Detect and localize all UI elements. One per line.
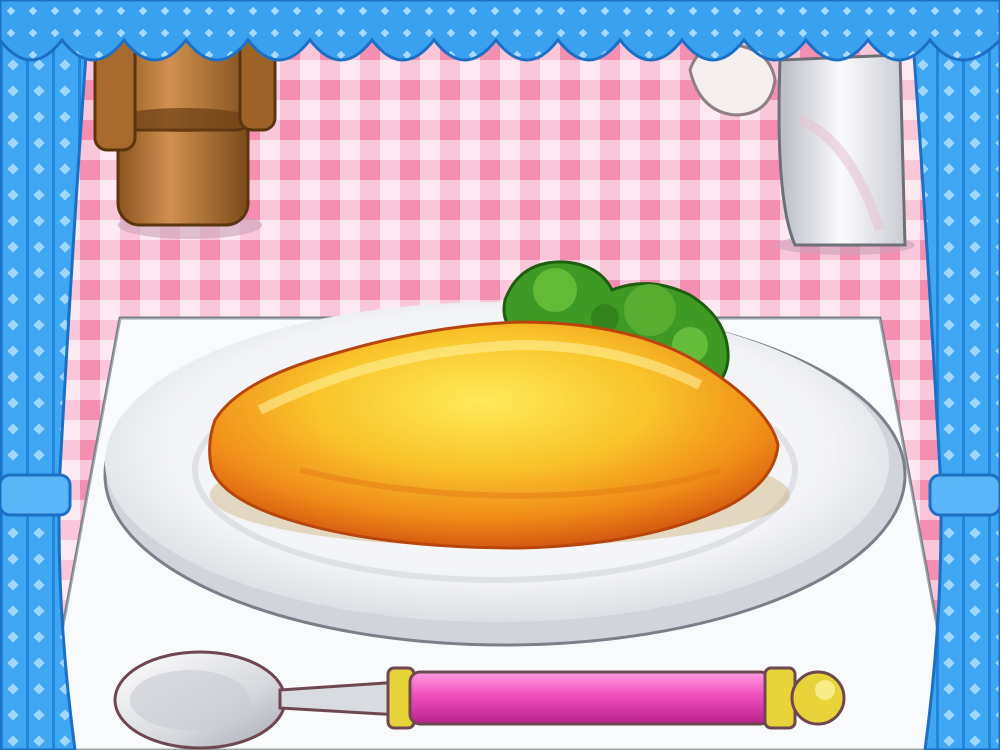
napkin-holder-icon — [775, 53, 915, 255]
scene-canvas — [0, 0, 1000, 750]
pepper-shaker-icon — [93, 38, 277, 239]
game-scene — [0, 0, 1000, 750]
